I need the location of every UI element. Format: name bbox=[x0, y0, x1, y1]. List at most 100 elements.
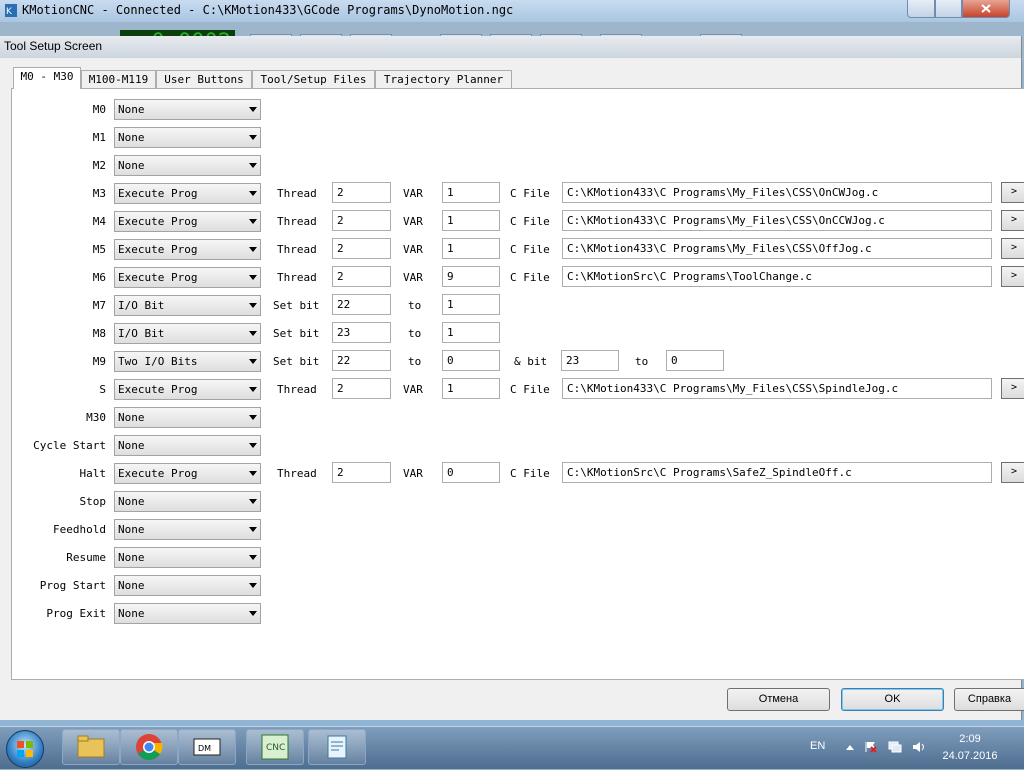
action-dropdown-m3[interactable]: Execute Prog bbox=[114, 183, 261, 204]
show-hidden-icons-icon[interactable] bbox=[843, 741, 857, 753]
browse-button-m5[interactable]: > bbox=[1001, 238, 1024, 259]
action-dropdown-m6[interactable]: Execute Prog bbox=[114, 267, 261, 288]
browse-button-m6[interactable]: > bbox=[1001, 266, 1024, 287]
thread-input-halt[interactable]: 2 bbox=[332, 462, 391, 483]
chevron-down-icon bbox=[249, 303, 257, 308]
tab-trajectory-planner[interactable]: Trajectory Planner bbox=[375, 70, 512, 88]
clock-time[interactable]: 2:09 bbox=[940, 733, 1000, 745]
cfile-input-m6[interactable]: C:\KMotionSrc\C Programs\ToolChange.c bbox=[562, 266, 992, 287]
clock-date[interactable]: 24.07.2016 bbox=[940, 750, 1000, 762]
to-input-m7[interactable]: 1 bbox=[442, 294, 500, 315]
to-input-m9[interactable]: 0 bbox=[442, 350, 500, 371]
maximize-button[interactable] bbox=[935, 0, 962, 18]
kmotion-icon: DM bbox=[193, 738, 221, 756]
flag-icon[interactable] bbox=[864, 741, 878, 753]
action-dropdown-m30[interactable]: None bbox=[114, 407, 261, 428]
tab-m100-m119[interactable]: M100-M119 bbox=[81, 70, 156, 88]
action-dropdown-resume[interactable]: None bbox=[114, 547, 261, 568]
bit-input-m7[interactable]: 22 bbox=[332, 294, 391, 315]
cfile-input-halt[interactable]: C:\KMotionSrc\C Programs\SafeZ_SpindleOf… bbox=[562, 462, 992, 483]
chevron-down-icon bbox=[249, 583, 257, 588]
var-input-m3[interactable]: 1 bbox=[442, 182, 500, 203]
action-dropdown-m4[interactable]: Execute Prog bbox=[114, 211, 261, 232]
var-input-s[interactable]: 1 bbox=[442, 378, 500, 399]
chevron-down-icon bbox=[249, 191, 257, 196]
volume-icon[interactable] bbox=[912, 741, 926, 753]
action-dropdown-m7[interactable]: I/O Bit bbox=[114, 295, 261, 316]
row-label: M4 bbox=[92, 215, 106, 228]
taskbar-explorer[interactable] bbox=[62, 729, 120, 765]
dropdown-value: Execute Prog bbox=[118, 467, 198, 480]
language-indicator[interactable]: EN bbox=[810, 740, 825, 752]
dropdown-value: Execute Prog bbox=[118, 243, 198, 256]
thread-input-m5[interactable]: 2 bbox=[332, 238, 391, 259]
var-input-m5[interactable]: 1 bbox=[442, 238, 500, 259]
taskbar-kmotioncnc[interactable]: CNC bbox=[246, 729, 304, 765]
browse-button-s[interactable]: > bbox=[1001, 378, 1024, 399]
action-dropdown-m9[interactable]: Two I/O Bits bbox=[114, 351, 261, 372]
cfile-input-m5[interactable]: C:\KMotion433\C Programs\My_Files\CSS\Of… bbox=[562, 238, 992, 259]
bit-input-m9[interactable]: 22 bbox=[332, 350, 391, 371]
dropdown-value: Execute Prog bbox=[118, 215, 198, 228]
action-dropdown-m8[interactable]: I/O Bit bbox=[114, 323, 261, 344]
ok-button[interactable]: OK bbox=[841, 688, 944, 711]
row-label: Halt bbox=[79, 467, 107, 480]
svg-text:CNC: CNC bbox=[266, 743, 285, 753]
chevron-down-icon bbox=[249, 135, 257, 140]
action-dropdown-prog-start[interactable]: None bbox=[114, 575, 261, 596]
taskbar-notepad[interactable] bbox=[308, 729, 366, 765]
browse-button-halt[interactable]: > bbox=[1001, 462, 1024, 483]
notepad-icon bbox=[327, 735, 347, 759]
row-label: S bbox=[99, 383, 106, 396]
cfile-input-m4[interactable]: C:\KMotion433\C Programs\My_Files\CSS\On… bbox=[562, 210, 992, 231]
svg-text:DM: DM bbox=[198, 744, 211, 753]
help-button[interactable]: Справка bbox=[954, 688, 1024, 711]
kmotioncnc-icon: CNC bbox=[261, 734, 289, 760]
var-input-m6[interactable]: 9 bbox=[442, 266, 500, 287]
var-input-halt[interactable]: 0 bbox=[442, 462, 500, 483]
tab-tool-setup-files[interactable]: Tool/Setup Files bbox=[252, 70, 375, 88]
row-label: M8 bbox=[92, 327, 106, 340]
to-input-m8[interactable]: 1 bbox=[442, 322, 500, 343]
bit-input-m8[interactable]: 23 bbox=[332, 322, 391, 343]
tab-user-buttons[interactable]: User Buttons bbox=[156, 70, 252, 88]
action-dropdown-prog-exit[interactable]: None bbox=[114, 603, 261, 624]
action-dropdown-feedhold[interactable]: None bbox=[114, 519, 261, 540]
action-dropdown-cycle-start[interactable]: None bbox=[114, 435, 261, 456]
network-icon[interactable] bbox=[888, 741, 902, 753]
thread-input-m4[interactable]: 2 bbox=[332, 210, 391, 231]
action-dropdown-stop[interactable]: None bbox=[114, 491, 261, 512]
action-dropdown-m5[interactable]: Execute Prog bbox=[114, 239, 261, 260]
dropdown-value: None bbox=[118, 551, 145, 564]
cfile-input-m3[interactable]: C:\KMotion433\C Programs\My_Files\CSS\On… bbox=[562, 182, 992, 203]
set-bit-label: Set bit bbox=[273, 299, 320, 312]
action-dropdown-m0[interactable]: None bbox=[114, 99, 261, 120]
cfile-label: C File bbox=[510, 243, 550, 256]
thread-input-s[interactable]: 2 bbox=[332, 378, 391, 399]
minimize-button[interactable] bbox=[907, 0, 935, 18]
to-label: to bbox=[635, 355, 649, 368]
action-dropdown-m2[interactable]: None bbox=[114, 155, 261, 176]
thread-input-m6[interactable]: 2 bbox=[332, 266, 391, 287]
chevron-down-icon bbox=[249, 331, 257, 336]
cancel-button[interactable]: Отмена bbox=[727, 688, 830, 711]
action-dropdown-m1[interactable]: None bbox=[114, 127, 261, 148]
row-label: M1 bbox=[92, 131, 106, 144]
browse-button-m4[interactable]: > bbox=[1001, 210, 1024, 231]
chevron-down-icon bbox=[249, 471, 257, 476]
taskbar-chrome[interactable] bbox=[120, 729, 178, 765]
action-dropdown-s[interactable]: Execute Prog bbox=[114, 379, 261, 400]
taskbar-kmotion[interactable]: DM bbox=[178, 729, 236, 765]
action-dropdown-halt[interactable]: Execute Prog bbox=[114, 463, 261, 484]
to2-input-m9[interactable]: 0 bbox=[666, 350, 724, 371]
start-button[interactable] bbox=[6, 730, 44, 768]
tab-m0-m30[interactable]: M0 - M30 bbox=[13, 67, 81, 89]
browse-button-m3[interactable]: > bbox=[1001, 182, 1024, 203]
thread-input-m3[interactable]: 2 bbox=[332, 182, 391, 203]
var-label: VAR bbox=[403, 271, 423, 284]
cfile-input-s[interactable]: C:\KMotion433\C Programs\My_Files\CSS\Sp… bbox=[562, 378, 992, 399]
bit2-input-m9[interactable]: 23 bbox=[561, 350, 619, 371]
close-button[interactable] bbox=[962, 0, 1010, 18]
var-input-m4[interactable]: 1 bbox=[442, 210, 500, 231]
dropdown-value: None bbox=[118, 159, 145, 172]
